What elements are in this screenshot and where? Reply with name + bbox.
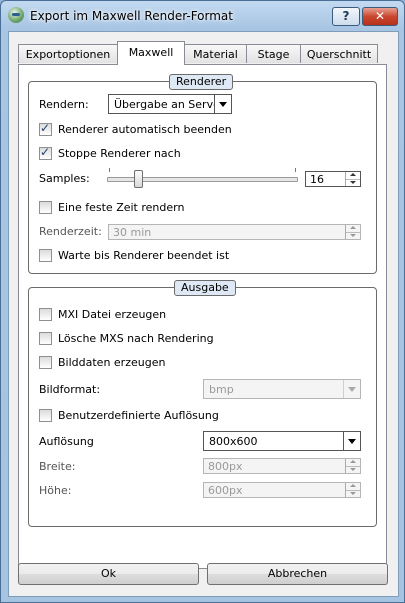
- chevron-down-icon[interactable]: [214, 95, 231, 113]
- delete-mxs-label: Lösche MXS nach Rendering: [58, 332, 214, 345]
- maxwell-tab-panel: Renderer Rendern: Übergabe an Server Ren…: [18, 64, 387, 569]
- slider-tick: [295, 168, 296, 172]
- auto-close-label: Renderer automatisch beenden: [58, 123, 232, 136]
- fixed-time-checkbox[interactable]: [39, 201, 52, 214]
- stop-after-checkbox[interactable]: [39, 145, 52, 160]
- output-group-title: Ausgabe: [174, 280, 236, 296]
- resolution-label: Auflösung: [39, 435, 94, 448]
- tab-querschnitt[interactable]: Querschnitt: [300, 44, 378, 63]
- wait-checkbox[interactable]: [39, 249, 52, 262]
- height-value: 600px: [208, 484, 243, 497]
- cancel-button[interactable]: Abbrechen: [207, 563, 388, 585]
- samples-stepper[interactable]: 16: [305, 171, 361, 187]
- chevron-down-icon[interactable]: [343, 380, 360, 398]
- image-data-checkbox[interactable]: [39, 356, 52, 369]
- samples-slider-thumb[interactable]: [134, 170, 143, 188]
- spin-down-icon[interactable]: [346, 490, 360, 497]
- height-stepper[interactable]: 600px: [203, 482, 361, 498]
- tab-stage[interactable]: Stage: [246, 44, 301, 63]
- chevron-down-icon[interactable]: [343, 432, 360, 450]
- rendern-select-value: Übergabe an Server: [114, 98, 225, 111]
- render-time-value: 30 min: [113, 226, 152, 239]
- custom-res-label: Benutzerdefinierte Auflösung: [58, 409, 219, 422]
- height-label: Höhe:: [39, 484, 72, 497]
- wait-label: Warte bis Renderer beendet ist: [58, 249, 230, 262]
- mxi-label: MXI Datei erzeugen: [58, 308, 167, 321]
- ok-button[interactable]: Ok: [18, 563, 199, 585]
- title-bar: Export im Maxwell Render-Format ? ✕: [1, 1, 404, 31]
- auto-close-checkbox[interactable]: [39, 121, 52, 136]
- resolution-select-value: 800x600: [209, 435, 258, 448]
- custom-res-checkbox[interactable]: [39, 409, 52, 422]
- tab-maxwell[interactable]: Maxwell: [117, 41, 185, 65]
- renderer-group-title: Renderer: [169, 74, 234, 90]
- window-title: Export im Maxwell Render-Format: [30, 9, 233, 23]
- format-select[interactable]: bmp: [203, 379, 361, 399]
- mxi-checkbox[interactable]: [39, 308, 52, 321]
- delete-mxs-checkbox[interactable]: [39, 332, 52, 345]
- app-icon: [8, 7, 24, 23]
- dialog-client: Exportoptionen Maxwell Material Stage Qu…: [8, 31, 399, 597]
- spin-down-icon[interactable]: [346, 232, 360, 239]
- image-data-label: Bilddaten erzeugen: [58, 356, 166, 369]
- width-stepper[interactable]: 800px: [203, 458, 361, 474]
- dialog-window: Export im Maxwell Render-Format ? ✕ Expo…: [0, 0, 405, 603]
- spin-down-icon[interactable]: [346, 179, 360, 186]
- close-button[interactable]: ✕: [362, 7, 398, 26]
- samples-stepper-buttons: [345, 172, 360, 186]
- render-time-stepper-buttons: [345, 225, 360, 239]
- help-button[interactable]: ?: [332, 7, 360, 26]
- width-stepper-buttons: [345, 459, 360, 473]
- tab-exportoptionen[interactable]: Exportoptionen: [18, 44, 118, 63]
- samples-value: 16: [310, 173, 324, 186]
- rendern-select[interactable]: Übergabe an Server: [108, 94, 232, 114]
- stop-after-label: Stoppe Renderer nach: [58, 147, 181, 160]
- render-time-stepper[interactable]: 30 min: [108, 224, 361, 240]
- slider-tick: [109, 168, 110, 172]
- render-time-label: Renderzeit:: [39, 225, 102, 238]
- resolution-select[interactable]: 800x600: [203, 431, 361, 451]
- renderer-group: Renderer Rendern: Übergabe an Server Ren…: [28, 74, 377, 274]
- format-select-value: bmp: [209, 383, 234, 396]
- samples-label: Samples:: [39, 172, 90, 185]
- height-stepper-buttons: [345, 483, 360, 497]
- tab-material[interactable]: Material: [184, 44, 247, 63]
- fixed-time-label: Eine feste Zeit rendern: [58, 201, 185, 214]
- rendern-label: Rendern:: [39, 98, 89, 111]
- output-group: Ausgabe MXI Datei erzeugen Lösche MXS na…: [28, 280, 377, 527]
- spin-down-icon[interactable]: [346, 466, 360, 473]
- width-label: Breite:: [39, 460, 76, 473]
- format-label: Bildformat:: [39, 383, 101, 396]
- width-value: 800px: [208, 460, 243, 473]
